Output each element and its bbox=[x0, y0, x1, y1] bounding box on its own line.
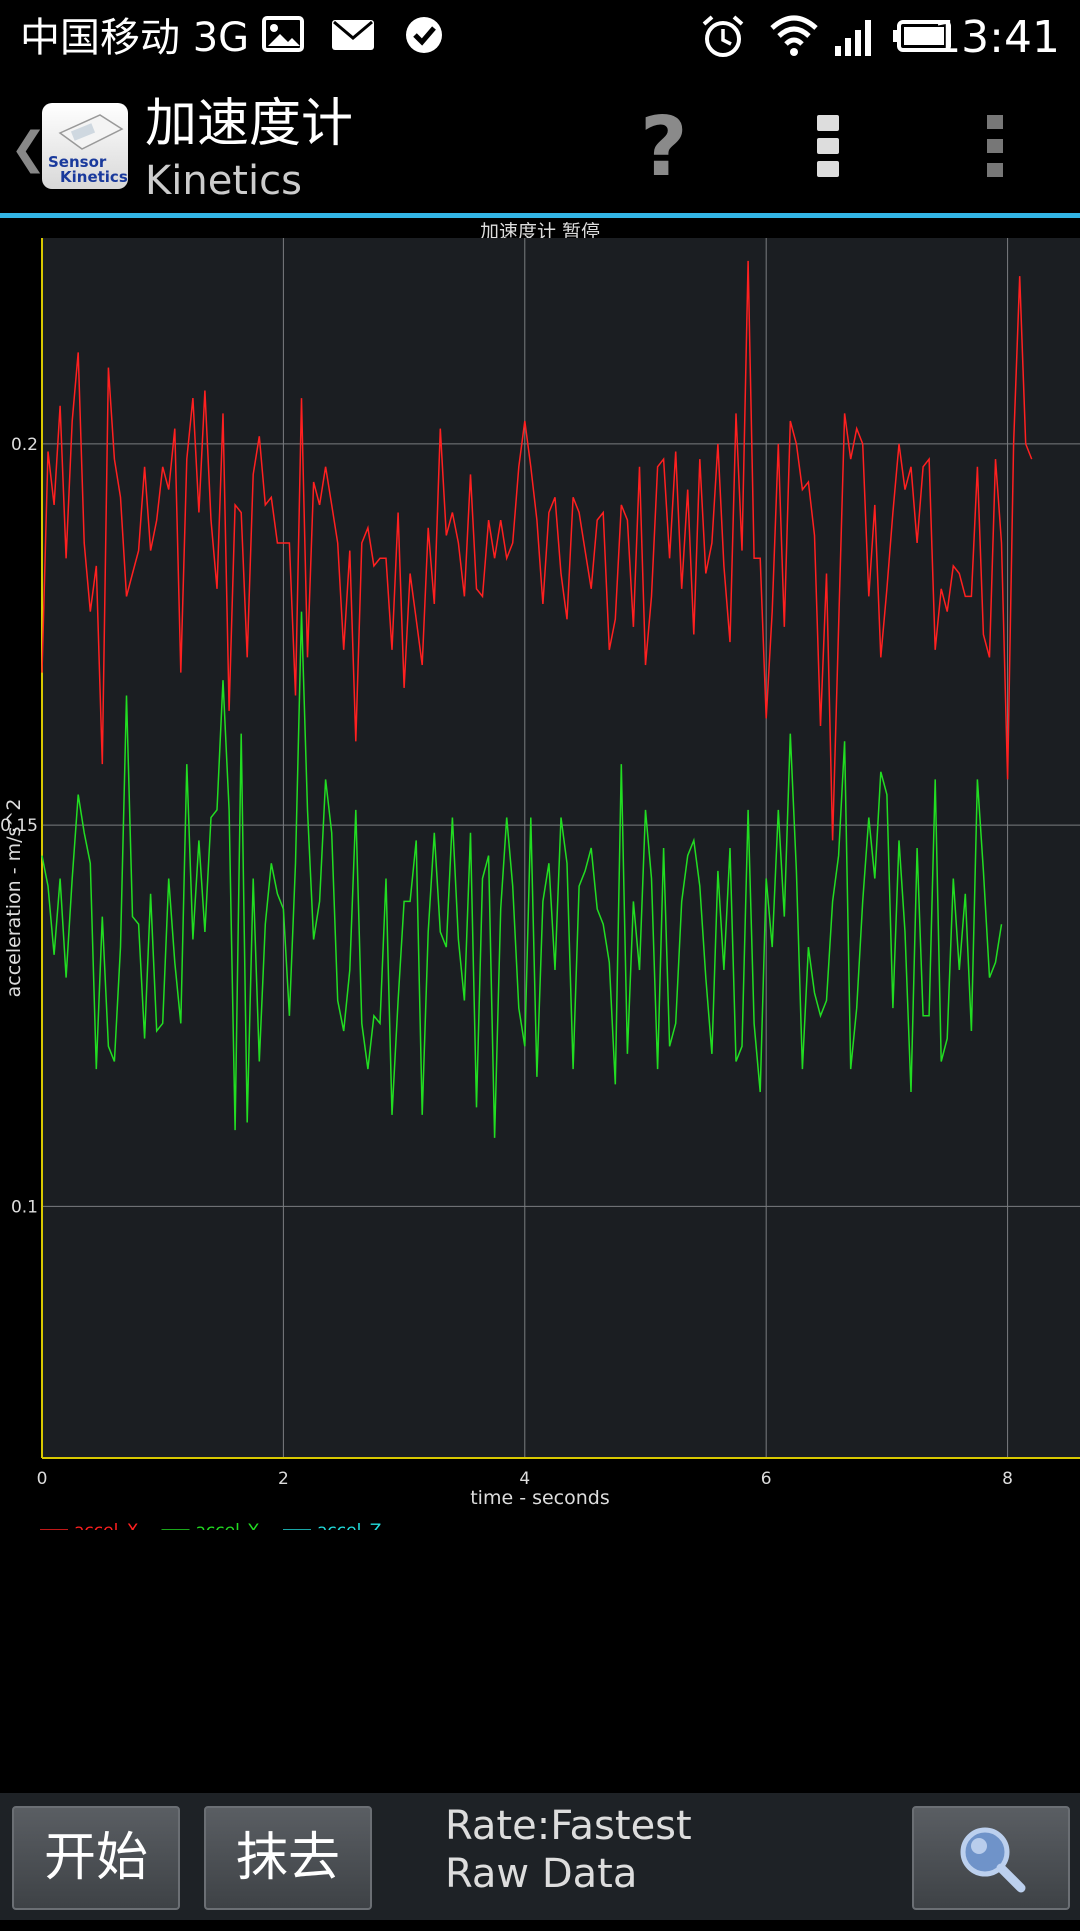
help-button[interactable]: ? bbox=[640, 100, 688, 195]
clear-button[interactable]: 抹去 bbox=[204, 1806, 372, 1910]
action-bar: ❮ Sensor Kinetics 加速度计 Kinetics ? bbox=[0, 75, 1080, 215]
zoom-button[interactable] bbox=[912, 1806, 1070, 1910]
x-tick-label: 8 bbox=[1002, 1469, 1013, 1489]
rate-info: Rate:Fastest Raw Data bbox=[445, 1802, 692, 1898]
image-notification-icon bbox=[262, 16, 304, 52]
mail-icon bbox=[332, 20, 374, 50]
view-toggle-icon[interactable] bbox=[815, 113, 841, 179]
y-axis-label: acceleration - m/s^2 bbox=[3, 799, 25, 998]
alarm-icon bbox=[702, 15, 744, 57]
status-bar: 中国移动 3G 13:41 bbox=[0, 0, 1080, 75]
magnifier-icon bbox=[960, 1827, 1026, 1893]
x-tick-label: 2 bbox=[278, 1469, 289, 1489]
legend-label: accel_Y bbox=[196, 1521, 260, 1530]
legend-label: accel_Z bbox=[317, 1521, 381, 1530]
app-icon[interactable]: Sensor Kinetics bbox=[42, 103, 128, 189]
carrier-label: 中国移动 3G bbox=[20, 15, 250, 61]
screen-title: 加速度计 bbox=[145, 94, 354, 154]
rate-label: Rate:Fastest bbox=[445, 1803, 692, 1849]
x-tick-label: 0 bbox=[37, 1469, 48, 1489]
y-tick-label: 0.1 bbox=[11, 1197, 38, 1217]
x-axis-label: time - seconds bbox=[470, 1487, 610, 1509]
app-icon-text-2: Kinetics bbox=[60, 168, 128, 186]
signal-icon bbox=[835, 20, 871, 56]
wifi-icon bbox=[770, 15, 818, 56]
legend: accel_X accel_Y accel_Z bbox=[40, 1521, 381, 1530]
y-tick-label: 0.2 bbox=[11, 435, 38, 455]
raw-data-label: Raw Data bbox=[445, 1851, 638, 1897]
clock: 13:41 bbox=[933, 12, 1060, 63]
start-button[interactable]: 开始 bbox=[12, 1806, 180, 1910]
overflow-menu-icon[interactable] bbox=[985, 113, 1007, 179]
x-tick-label: 4 bbox=[519, 1469, 530, 1489]
acceleration-chart[interactable]: 0 2 4 6 80.20.150.1 time - seconds accelerat… bbox=[0, 230, 1080, 1530]
screen-subtitle: Kinetics bbox=[145, 158, 302, 204]
check-circle-icon bbox=[406, 17, 442, 53]
legend-label: accel_X bbox=[74, 1521, 139, 1530]
x-tick-label: 6 bbox=[761, 1469, 772, 1489]
